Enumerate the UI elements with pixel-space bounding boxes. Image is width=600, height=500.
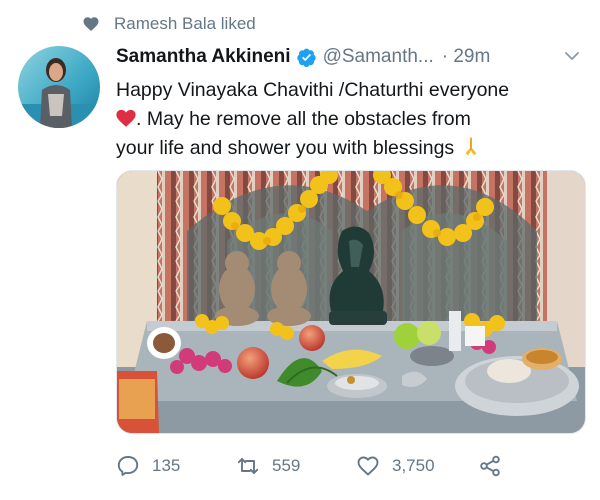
- share-icon: [480, 455, 500, 477]
- author-name[interactable]: Samantha Akkineni: [116, 46, 291, 68]
- tweet-timestamp[interactable]: · 29m: [442, 46, 491, 68]
- tweet-text-line-2-text: . May he remove all the obstacles from: [136, 108, 471, 130]
- social-context[interactable]: Ramesh Bala liked: [82, 12, 256, 36]
- tweet-media-image[interactable]: [116, 170, 586, 434]
- like-count: 3,750: [392, 456, 435, 475]
- tweet-text-line-3-text: your life and shower you with blessings: [116, 137, 455, 159]
- tweet-text-line-1: Happy Vinayaka Chavithi /Chaturthi every…: [116, 79, 510, 101]
- avatar[interactable]: [18, 46, 100, 128]
- reply-icon: [117, 456, 139, 476]
- retweet-count: 559: [272, 456, 301, 475]
- avatar-image: [18, 46, 100, 128]
- retweet-icon: [237, 458, 259, 474]
- tweet-text: Happy Vinayaka Chavithi /Chaturthi every…: [116, 76, 586, 163]
- pooja-altar-photo: [117, 171, 585, 433]
- heart-outline-icon: [357, 456, 379, 476]
- folded-hands-emoji-icon: [465, 137, 477, 156]
- heart-icon: [83, 17, 99, 31]
- like-button[interactable]: 3,750: [356, 450, 435, 482]
- author-handle[interactable]: @Samanth...: [323, 46, 434, 68]
- reply-count: 135: [152, 456, 181, 475]
- reply-button[interactable]: 135: [116, 450, 180, 482]
- tweet-text-line-3: your life and shower you with blessings: [116, 134, 586, 163]
- tweet-actions: 135 559 3,750: [116, 450, 586, 482]
- tweet-header: Samantha Akkineni @Samanth... · 29m: [116, 40, 586, 74]
- verified-badge-icon: [296, 48, 316, 67]
- social-context-text: Ramesh Bala liked: [114, 14, 256, 33]
- chevron-down-icon[interactable]: [564, 50, 580, 62]
- tweet-text-line-2: . May he remove all the obstacles from: [116, 105, 586, 134]
- share-button[interactable]: [478, 450, 502, 482]
- retweet-button[interactable]: 559: [236, 450, 300, 482]
- red-heart-emoji-icon: [116, 109, 136, 127]
